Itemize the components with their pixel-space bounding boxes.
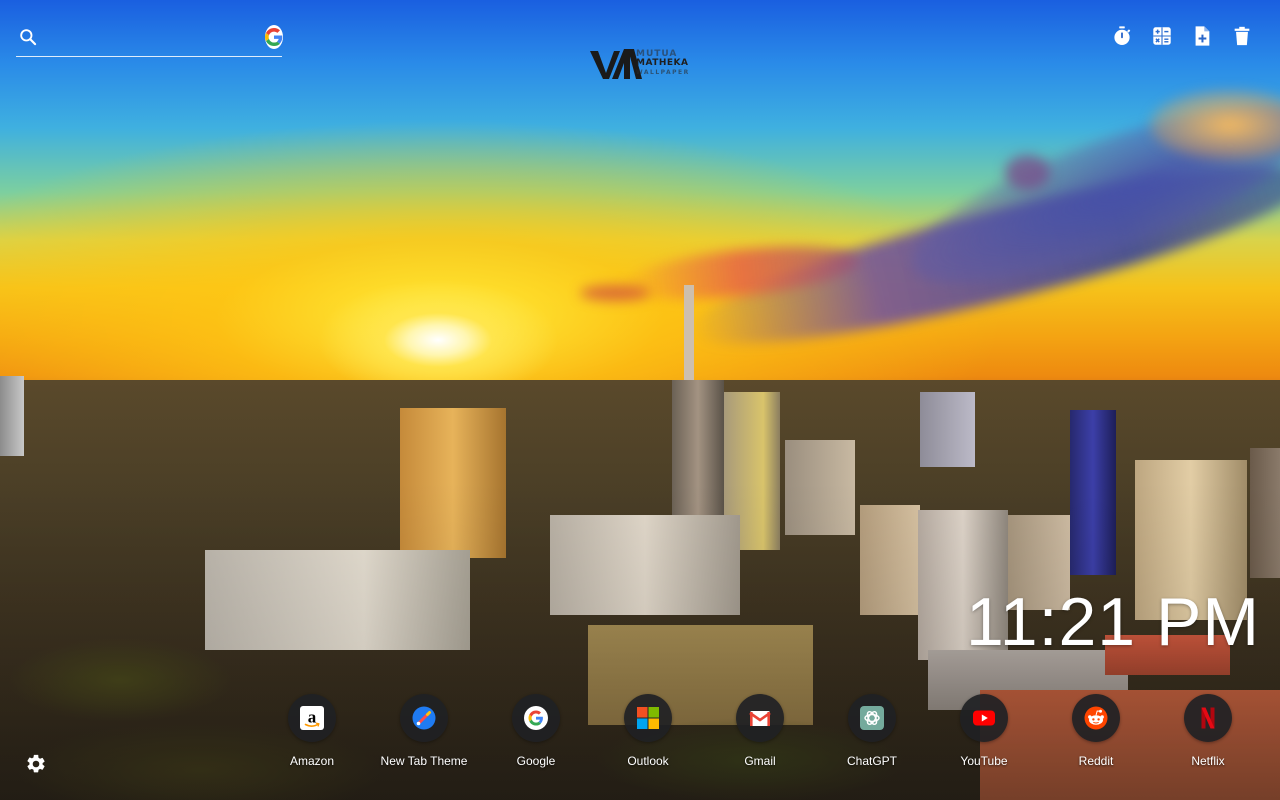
shortcut-tile[interactable] bbox=[960, 694, 1008, 742]
shortcut-chatgpt[interactable]: ChatGPT bbox=[816, 694, 928, 768]
gmail-icon bbox=[748, 706, 772, 730]
new-tab-theme-icon bbox=[412, 706, 436, 730]
delete-button[interactable] bbox=[1230, 24, 1254, 48]
shortcut-label: Gmail bbox=[744, 754, 776, 768]
reddit-icon bbox=[1084, 706, 1108, 730]
shortcut-label: New Tab Theme bbox=[380, 754, 468, 768]
logo-line-1: MUTUA bbox=[636, 48, 678, 59]
logo-line-2: MATHEKA bbox=[636, 57, 689, 68]
shortcut-tile[interactable] bbox=[1072, 694, 1120, 742]
shortcut-netflix[interactable]: Netflix bbox=[1152, 694, 1264, 768]
stopwatch-icon bbox=[1114, 26, 1131, 45]
shortcuts-dock: a Amazon New Tab Theme Google Outlook Gm… bbox=[256, 694, 1264, 768]
add-note-button[interactable] bbox=[1190, 24, 1214, 48]
logo-line-3: WALLPAPER bbox=[636, 68, 690, 76]
shortcut-label: Google bbox=[516, 754, 556, 768]
shortcut-tile[interactable] bbox=[1184, 694, 1232, 742]
shortcut-label: Reddit bbox=[1078, 754, 1114, 768]
shortcut-tile[interactable] bbox=[624, 694, 672, 742]
chatgpt-icon bbox=[860, 706, 884, 730]
settings-button[interactable] bbox=[24, 752, 48, 776]
top-toolbar bbox=[1110, 24, 1254, 48]
search-bar bbox=[16, 18, 283, 57]
wallpaper-logo: MUTUA MATHEKA WALLPAPER bbox=[590, 44, 692, 82]
add-file-icon bbox=[1195, 26, 1210, 46]
search-input[interactable] bbox=[46, 21, 257, 53]
trash-icon bbox=[1234, 26, 1250, 46]
calculator-button[interactable] bbox=[1150, 24, 1174, 48]
shortcut-label: Outlook bbox=[627, 754, 669, 768]
shortcut-new-tab-theme[interactable]: New Tab Theme bbox=[368, 694, 480, 768]
shortcut-tile[interactable] bbox=[400, 694, 448, 742]
shortcut-label: YouTube bbox=[960, 754, 1008, 768]
shortcut-gmail[interactable]: Gmail bbox=[704, 694, 816, 768]
clock-time: 11:21 PM bbox=[965, 584, 1260, 660]
shortcut-youtube[interactable]: YouTube bbox=[928, 694, 1040, 768]
shortcut-label: Netflix bbox=[1191, 754, 1225, 768]
shortcut-tile[interactable] bbox=[848, 694, 896, 742]
search-icon[interactable] bbox=[18, 26, 38, 48]
shortcut-tile[interactable] bbox=[512, 694, 560, 742]
haze-overlay bbox=[0, 0, 1280, 800]
shortcut-tile[interactable]: a bbox=[288, 694, 336, 742]
calculator-icon bbox=[1153, 27, 1171, 45]
youtube-icon bbox=[972, 706, 996, 730]
shortcut-outlook[interactable]: Outlook bbox=[592, 694, 704, 768]
svg-text:a: a bbox=[308, 708, 317, 727]
shortcut-google[interactable]: Google bbox=[480, 694, 592, 768]
amazon-icon: a bbox=[300, 706, 324, 730]
logo-mark-icon bbox=[590, 49, 642, 79]
outlook-icon bbox=[636, 706, 660, 730]
timer-button[interactable] bbox=[1110, 24, 1134, 48]
shortcut-reddit[interactable]: Reddit bbox=[1040, 694, 1152, 768]
shortcut-label: ChatGPT bbox=[846, 754, 897, 768]
shortcut-tile[interactable] bbox=[736, 694, 784, 742]
google-search-engine-icon[interactable] bbox=[265, 25, 283, 49]
shortcut-label: Amazon bbox=[289, 754, 335, 768]
wallpaper-background bbox=[0, 0, 1280, 800]
google-icon bbox=[524, 706, 548, 730]
netflix-icon bbox=[1196, 706, 1220, 730]
new-tab-page: MUTUA MATHEKA WALLPAPER 11:21 PM a Amazo… bbox=[0, 0, 1280, 800]
logo-text: MUTUA MATHEKA WALLPAPER bbox=[636, 48, 690, 77]
shortcut-amazon[interactable]: a Amazon bbox=[256, 694, 368, 768]
gear-icon bbox=[27, 754, 45, 773]
